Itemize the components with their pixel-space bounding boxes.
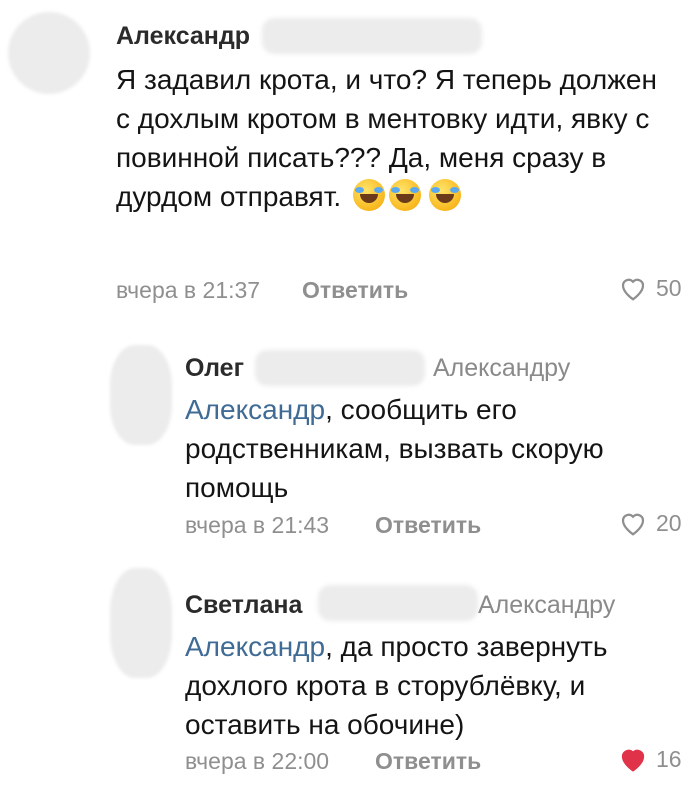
rolling-on-the-floor-laughing-icon bbox=[352, 179, 385, 211]
heart-outline-icon bbox=[621, 278, 645, 301]
rolling-on-the-floor-laughing-icon bbox=[388, 179, 421, 211]
redacted-name bbox=[318, 585, 478, 621]
comment-author[interactable]: Олег bbox=[185, 354, 244, 383]
comment-author[interactable]: Александр bbox=[116, 22, 250, 51]
like-button[interactable]: 20 bbox=[618, 509, 682, 537]
reply-button[interactable]: Ответить bbox=[302, 277, 408, 304]
reply-to-label[interactable]: Александру bbox=[433, 354, 570, 383]
heart-filled-icon bbox=[621, 749, 645, 772]
redacted-name bbox=[255, 350, 425, 386]
reply-to-label[interactable]: Александру bbox=[478, 591, 615, 620]
rolling-on-the-floor-laughing-icon bbox=[428, 179, 461, 211]
comment-time: вчера в 21:43 bbox=[185, 512, 330, 538]
comment-author[interactable]: Светлана bbox=[185, 591, 302, 620]
comment-text: Александр, сообщить его родственникам, в… bbox=[185, 390, 675, 507]
comment-time: вчера в 21:37 bbox=[116, 277, 261, 303]
like-count: 20 bbox=[656, 509, 682, 536]
comment-time: вчера в 22:00 bbox=[185, 748, 330, 774]
comment-3: Светлана Александру Александр, да просто… bbox=[0, 555, 700, 794]
comment-text: Александр, да просто завернуть дохлого к… bbox=[185, 627, 675, 744]
mention-link[interactable]: Александр bbox=[185, 631, 325, 662]
like-count: 16 bbox=[656, 745, 682, 772]
comment-1: Александр Я задавил крота, и что? Я тепе… bbox=[0, 0, 700, 320]
like-count: 50 bbox=[656, 274, 682, 301]
like-button[interactable]: 16 bbox=[618, 745, 682, 773]
mention-link[interactable]: Александр bbox=[185, 394, 325, 425]
heart-outline-icon bbox=[621, 513, 645, 536]
comment-2: Олег Александру Александр, сообщить его … bbox=[0, 330, 700, 550]
reply-button[interactable]: Ответить bbox=[375, 748, 481, 775]
like-button[interactable]: 50 bbox=[618, 274, 682, 302]
redacted-name bbox=[262, 18, 482, 54]
comment-body: Я задавил крота, и что? Я теперь должен … bbox=[116, 64, 657, 212]
comment-text: Я задавил крота, и что? Я теперь должен … bbox=[116, 60, 676, 216]
reply-button[interactable]: Ответить bbox=[375, 512, 481, 539]
